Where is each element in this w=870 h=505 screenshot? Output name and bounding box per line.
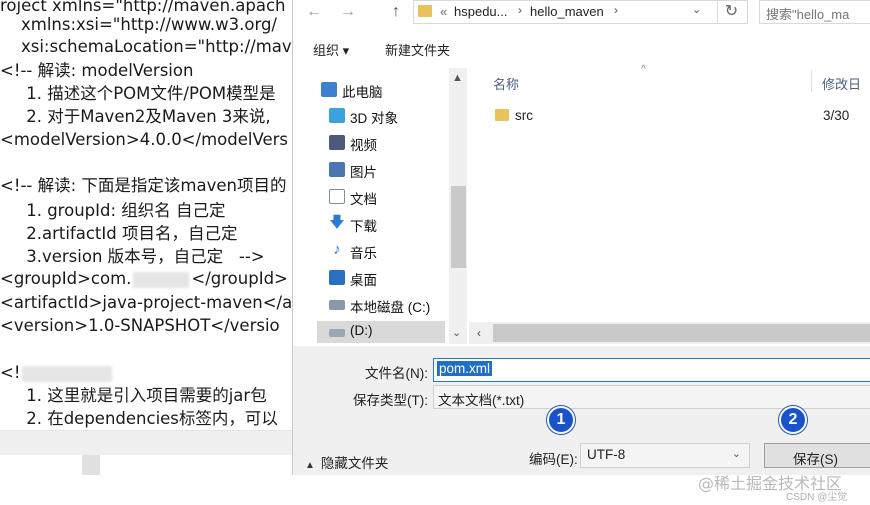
- scroll-down-icon[interactable]: ⌄: [452, 326, 461, 339]
- annotation-badge-2: 2: [779, 406, 807, 434]
- hscroll-thumb[interactable]: [493, 324, 870, 342]
- encoding-value: UTF-8: [587, 447, 626, 462]
- code-line: xsi:schemaLocation="http://mav: [0, 37, 292, 56]
- search-input[interactable]: 搜索"hello_ma: [759, 0, 870, 24]
- redacted-block: [133, 271, 190, 288]
- annotation-badge-1: 1: [547, 406, 575, 434]
- back-arrow-icon[interactable]: ←: [303, 2, 325, 22]
- filename-field[interactable]: pom.xml: [433, 358, 870, 382]
- search-placeholder: 搜索"hello_ma: [766, 7, 850, 22]
- music-icon: ♪: [333, 241, 341, 258]
- file-row[interactable]: src 3/30: [493, 106, 863, 128]
- encoding-select[interactable]: UTF-8 ⌄: [580, 443, 750, 468]
- breadcrumb-hello-maven[interactable]: hello_maven: [530, 4, 604, 19]
- folder-icon: [418, 5, 432, 17]
- code-text: <groupId>com.: [0, 269, 132, 288]
- hide-folders-label: 隐藏文件夹: [320, 456, 389, 471]
- code-line: <modelVersion>4.0.0</modelVers: [0, 130, 288, 149]
- code-line: <!-- 解读: modelVersion: [0, 61, 194, 80]
- chevron-right-icon[interactable]: ›: [614, 3, 618, 17]
- download-icon: 🡇: [329, 214, 345, 231]
- drive-icon: [329, 300, 345, 310]
- code-line: 2. 在dependencies标签内，可以: [0, 409, 278, 428]
- chevron-down-icon[interactable]: ⌄: [692, 3, 701, 16]
- code-editor[interactable]: roject xmlns="http://maven.apach xmlns:x…: [0, 0, 292, 430]
- drive-icon: [329, 329, 345, 337]
- column-header-modified[interactable]: 修改日: [822, 74, 861, 93]
- column-divider[interactable]: [811, 70, 812, 92]
- sidebar-item-drive-d[interactable]: (D:): [317, 321, 445, 343]
- code-line-group-id: <groupId>com. </groupId>: [0, 268, 288, 290]
- dialog-toolbar: 组织 ▾ 新建文件夹: [293, 26, 870, 68]
- column-header-name[interactable]: 名称: [493, 74, 519, 93]
- refresh-icon[interactable]: ↻: [717, 1, 745, 23]
- code-line: 2.artifactId 项目名，自己定: [0, 224, 238, 243]
- filetype-select[interactable]: 文本文档(*.txt): [433, 385, 870, 409]
- code-line: 1. 描述这个POM文件/POM模型是: [0, 84, 276, 103]
- filename-label: 文件名(N):: [365, 366, 428, 381]
- save-button[interactable]: 保存(S): [764, 443, 870, 468]
- address-bar[interactable]: « hspedu... › hello_maven › ⌄: [413, 0, 748, 24]
- folder-icon: [495, 109, 509, 121]
- address-row: ← → ↑ « hspedu... › hello_maven › ⌄ ↻ 搜索…: [293, 0, 870, 26]
- code-line-comment: <!: [0, 362, 114, 384]
- filetype-label: 保存类型(T):: [353, 393, 428, 408]
- video-icon: [329, 135, 345, 150]
- save-button-label: 保存(S): [793, 452, 838, 467]
- cube-3d-icon: [329, 108, 345, 123]
- filename-value: pom.xml: [437, 361, 493, 376]
- computer-icon: [321, 82, 337, 97]
- new-folder-button[interactable]: 新建文件夹: [385, 40, 450, 59]
- chevron-right-icon: ›: [518, 3, 522, 17]
- code-line: <!-- 解读: 下面是指定该maven项目的: [0, 176, 287, 195]
- hide-folders-toggle[interactable]: ▲ 隐藏文件夹: [305, 452, 388, 472]
- save-as-dialog: ← → ↑ « hspedu... › hello_maven › ⌄ ↻ 搜索…: [292, 0, 870, 475]
- code-text: </groupId>: [191, 269, 288, 288]
- code-line: 1. 这里就是引入项目需要的jar包: [0, 386, 267, 405]
- code-line: 1. groupId: 组织名 自己定: [0, 201, 226, 220]
- code-line: 3.version 版本号，自己定 -->: [0, 247, 265, 266]
- code-text: <!: [0, 363, 21, 382]
- breadcrumb-hspedu[interactable]: hspedu...: [454, 4, 508, 19]
- sidebar-scroll-thumb[interactable]: [451, 186, 466, 268]
- picture-icon: [329, 162, 345, 177]
- filetype-value: 文本文档(*.txt): [438, 393, 525, 408]
- chevron-down-icon: ⌄: [731, 448, 741, 460]
- watermark-sub: CSDN @尘觉: [786, 492, 848, 503]
- up-arrow-icon[interactable]: ↑: [385, 2, 407, 22]
- forward-arrow-icon[interactable]: →: [337, 2, 359, 22]
- file-name: src: [515, 108, 533, 123]
- file-date: 3/30: [823, 108, 850, 123]
- desktop-icon: [329, 270, 345, 285]
- document-icon: [329, 189, 345, 204]
- caret-up-icon: ▲: [305, 460, 315, 471]
- code-line: 2. 对于Maven2及Maven 3来说,: [0, 107, 271, 126]
- organize-button[interactable]: 组织 ▾: [313, 40, 349, 59]
- editor-scroll-stub: [82, 455, 100, 475]
- redacted-block: [22, 365, 113, 382]
- sort-caret-icon: ^: [641, 64, 646, 75]
- code-line: <artifactId>java-project-maven</a: [0, 293, 292, 312]
- scroll-up-icon[interactable]: ▲: [452, 72, 463, 84]
- code-line: xmlns:xsi="http://www.w3.org/: [0, 15, 277, 34]
- encoding-label: 编码(E):: [529, 452, 578, 467]
- navigation-pane: 此电脑 3D 对象 视频 图片 文档 🡇 下载 ♪ 音乐 桌面 本地磁盘 (C:…: [293, 68, 467, 344]
- breadcrumb-prefix: «: [440, 4, 448, 19]
- code-line: <version>1.0-SNAPSHOT</versio: [0, 316, 280, 335]
- editor-status-bar: [0, 430, 292, 455]
- scroll-left-icon[interactable]: ‹: [477, 326, 481, 340]
